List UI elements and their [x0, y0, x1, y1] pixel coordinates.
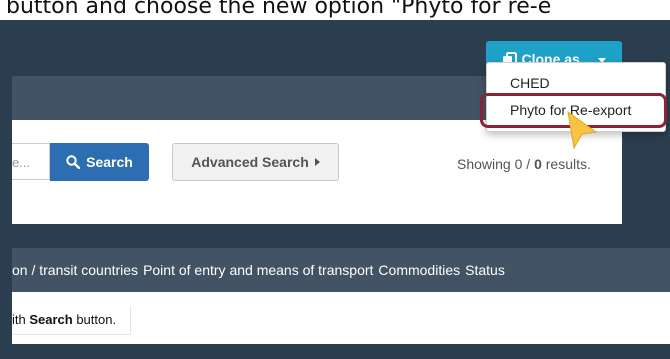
search-input[interactable]: e... — [12, 143, 50, 180]
results-count: Showing 0 / 0 results. — [457, 156, 591, 172]
instruction-caption: button and choose the new option "Phyto … — [0, 0, 670, 20]
advanced-search-button[interactable]: Advanced Search — [172, 143, 339, 181]
table-body: ith Search button. — [12, 292, 670, 344]
search-button[interactable]: Search — [50, 143, 149, 181]
menu-item-ched[interactable]: CHED — [510, 75, 550, 91]
caret-right-icon — [314, 158, 320, 166]
column-header-countries[interactable]: on / transit countries — [12, 262, 138, 278]
pointer-cursor-icon — [567, 110, 598, 150]
results-total: 0 — [534, 156, 542, 172]
hint-suffix: button. — [72, 312, 117, 327]
table-header: on / transit countries Point of entry an… — [12, 248, 670, 292]
advanced-search-label: Advanced Search — [191, 154, 309, 170]
search-panel: e... Search Advanced Search Showing 0 / … — [12, 120, 622, 224]
empty-table-hint: ith Search button. — [12, 306, 132, 335]
search-button-label: Search — [86, 154, 133, 170]
hint-bold: Search — [29, 312, 73, 327]
hint-prefix: ith — [12, 312, 30, 327]
column-header-point-of-entry[interactable]: Point of entry and means of transport — [143, 262, 373, 278]
results-prefix: Showing 0 / — [457, 156, 535, 172]
column-header-commodities[interactable]: Commodities — [378, 262, 460, 278]
search-icon — [66, 155, 81, 169]
column-header-status[interactable]: Status — [465, 262, 505, 278]
results-suffix: results. — [541, 156, 591, 172]
